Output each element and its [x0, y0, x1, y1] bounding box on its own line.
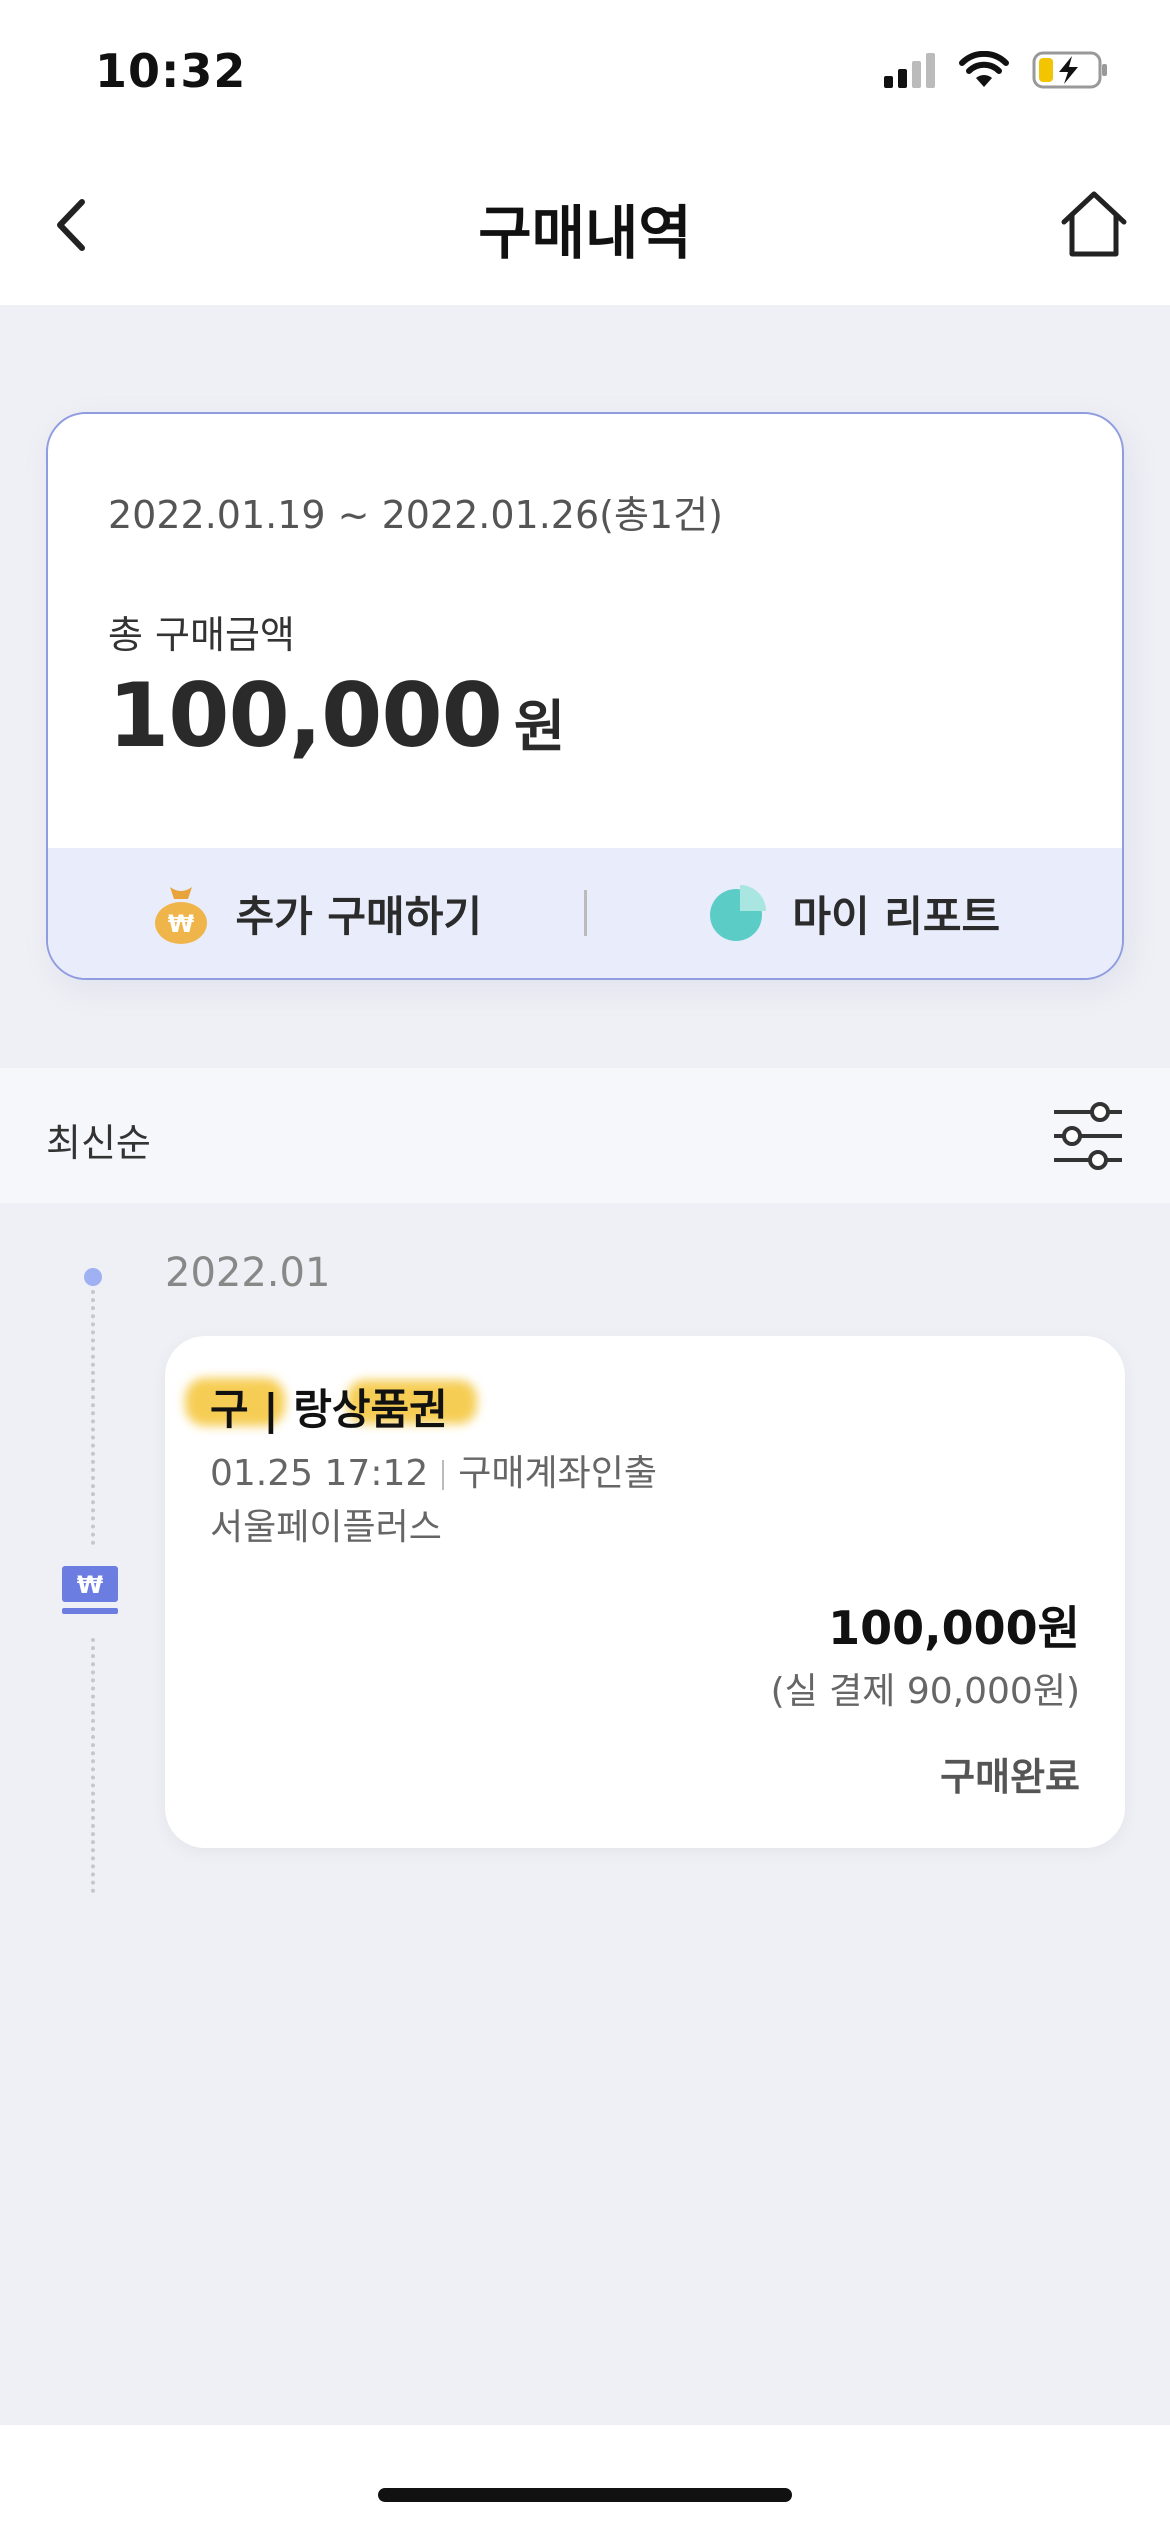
my-report-button[interactable]: 마이 리포트 — [587, 848, 1123, 978]
status-icons — [884, 50, 1110, 90]
svg-text:₩: ₩ — [167, 910, 194, 938]
status-time: 10:32 — [95, 44, 247, 98]
money-bag-icon: ₩ — [154, 887, 207, 944]
add-purchase-label: 추가 구매하기 — [235, 891, 482, 941]
timeline-line — [91, 1638, 95, 1893]
sort-order[interactable]: 최신순 — [46, 1112, 151, 1167]
purchase-item-card[interactable]: 구 | 랑상품권 01.25 17:12 구매계좌인출 서울페이플러스 100,0… — [165, 1336, 1125, 1848]
pie-chart-icon — [710, 885, 767, 941]
app-bar: 구매내역 — [0, 150, 1170, 305]
total-label: 총 구매금액 — [108, 613, 295, 657]
cellular-signal-icon — [884, 53, 935, 88]
bottom-safe-area — [0, 2425, 1170, 2532]
home-indicator — [378, 2488, 792, 2502]
timeline-dot — [84, 1268, 102, 1286]
home-icon[interactable] — [1056, 186, 1132, 262]
period-range: 2022.01.19 ~ 2022.01.26(총1건) — [108, 493, 723, 537]
total-amount: 100,000 원 — [108, 664, 566, 767]
total-amount-value: 100,000 — [108, 664, 503, 767]
page-title: 구매내역 — [478, 199, 692, 267]
won-marker-icon: ₩ — [62, 1566, 118, 1614]
item-method: 구매계좌인출 — [458, 1453, 657, 1494]
total-amount-unit: 원 — [513, 695, 566, 760]
item-title: 구 | 랑상품권 — [210, 1385, 448, 1434]
add-purchase-button[interactable]: ₩ 추가 구매하기 — [48, 848, 584, 978]
item-meta: 01.25 17:12 구매계좌인출 — [210, 1444, 657, 1496]
purchase-summary-card: 2022.01.19 ~ 2022.01.26(총1건) 총 구매금액 100,… — [46, 412, 1124, 980]
summary-actions: ₩ 추가 구매하기 마이 리포트 — [48, 848, 1122, 978]
svg-text:₩: ₩ — [77, 1571, 104, 1599]
item-status: 구매완료 — [940, 1755, 1080, 1799]
timeline-month: 2022.01 — [165, 1250, 331, 1296]
item-amount: 100,000원 — [828, 1601, 1080, 1655]
item-datetime: 01.25 17:12 — [210, 1453, 429, 1494]
sort-bar: 최신순 — [0, 1068, 1170, 1203]
status-bar: 10:32 — [0, 0, 1170, 150]
battery-charging-icon — [1032, 51, 1107, 89]
meta-separator — [442, 1460, 445, 1490]
filter-sliders-icon[interactable] — [1050, 1098, 1126, 1174]
timeline-line — [91, 1290, 95, 1545]
item-actual-payment: (실 결제 90,000원) — [770, 1671, 1080, 1712]
item-merchant: 서울페이플러스 — [210, 1507, 442, 1548]
my-report-label: 마이 리포트 — [792, 891, 1001, 941]
wifi-icon — [959, 51, 1009, 87]
